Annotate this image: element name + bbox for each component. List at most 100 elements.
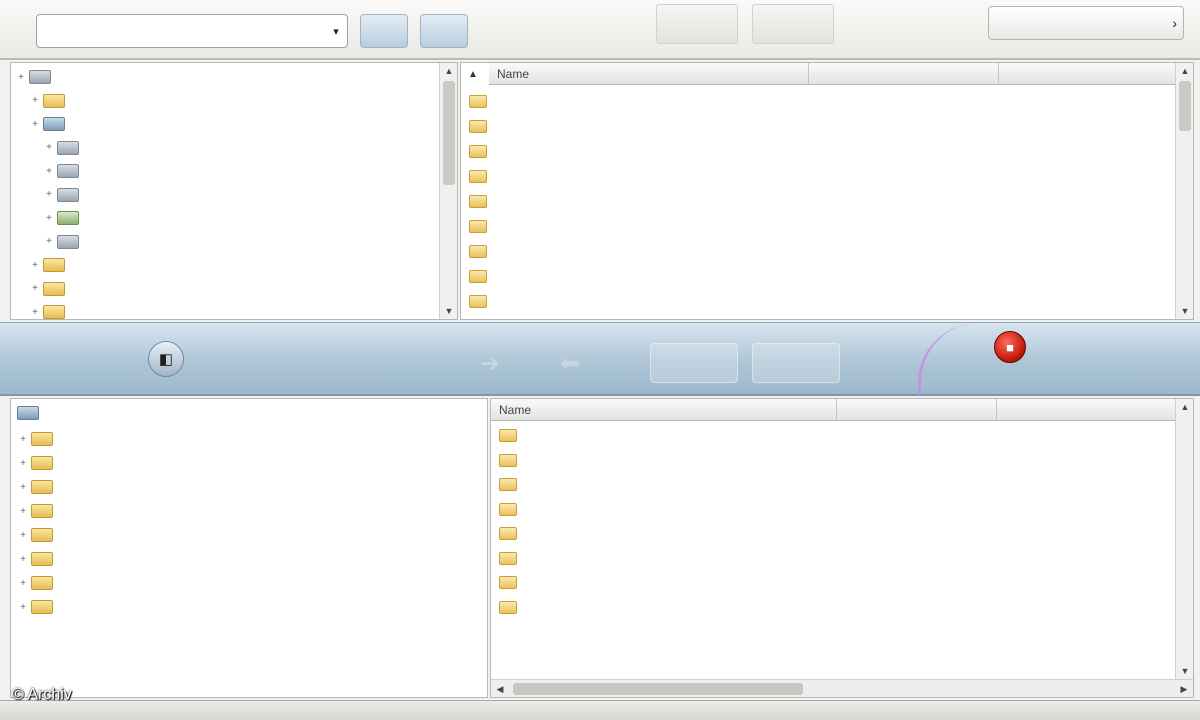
expand-icon[interactable]: + <box>29 283 41 294</box>
expand-icon[interactable]: + <box>43 166 55 177</box>
expand-icon[interactable]: + <box>29 260 41 271</box>
local-file-row[interactable] <box>461 239 1169 264</box>
split-view-icon[interactable]: ◧ <box>148 341 184 377</box>
toolbar-button-b[interactable] <box>420 14 468 48</box>
local-file-row[interactable] <box>461 189 1169 214</box>
scroll-right-icon[interactable]: ▶ <box>1175 681 1193 697</box>
remote-file-row[interactable] <box>491 472 1167 497</box>
expand-icon[interactable]: + <box>17 554 29 565</box>
local-file-row[interactable] <box>461 139 1169 164</box>
scroll-up-icon[interactable]: ▲ <box>1176 399 1193 415</box>
local-path-combobox[interactable]: ▾ <box>36 14 348 48</box>
folder-icon <box>469 145 487 158</box>
expand-icon[interactable]: + <box>17 602 29 613</box>
expand-icon[interactable]: + <box>17 578 29 589</box>
toolbar-ghost-button-1[interactable] <box>656 4 738 44</box>
arrow-left-icon[interactable]: ⬅ <box>560 349 580 378</box>
scroll-up-icon[interactable]: ▲ <box>440 63 457 79</box>
expand-icon[interactable]: + <box>15 72 27 83</box>
local-file-list[interactable]: ▲ Name ▲ ▼ <box>460 62 1194 320</box>
remote-tree-item[interactable]: + <box>17 547 57 571</box>
remote-files-scrollbar[interactable]: ▲ ▼ <box>1175 399 1193 679</box>
transfer-button-2[interactable] <box>752 343 840 383</box>
scroll-down-icon[interactable]: ▼ <box>1176 663 1193 679</box>
remote-file-name-cell <box>491 600 997 614</box>
toolbar-button-a[interactable] <box>360 14 408 48</box>
remote-column-size[interactable] <box>837 399 997 421</box>
chevron-down-icon[interactable]: ▾ <box>325 15 347 47</box>
local-tree-item[interactable]: + <box>43 230 83 254</box>
expand-icon[interactable]: + <box>43 142 55 153</box>
local-tree-item[interactable]: + <box>43 136 83 160</box>
remote-tree-item[interactable]: + <box>17 499 57 523</box>
folder-icon <box>469 220 487 233</box>
local-folder-tree[interactable]: + + + + + + + + + + + ▲ ▼ <box>10 62 458 320</box>
local-tree-item[interactable]: + <box>43 183 83 207</box>
local-tree-item[interactable]: + <box>43 206 83 230</box>
remote-tree-item[interactable]: + <box>17 475 57 499</box>
toolbar-ghost-button-2[interactable] <box>752 4 834 44</box>
expand-icon[interactable]: + <box>43 236 55 247</box>
expand-icon[interactable]: + <box>17 506 29 517</box>
remote-file-row[interactable] <box>491 546 1167 571</box>
remote-folder-tree[interactable]: + + + + + + + + <box>10 398 488 698</box>
local-tree-item[interactable]: + <box>43 159 83 183</box>
local-file-row[interactable] <box>461 264 1169 289</box>
sort-up-icon[interactable]: ▲ <box>461 63 485 85</box>
arrow-right-icon[interactable]: ➜ <box>480 349 500 378</box>
local-tree-scrollbar[interactable]: ▲ ▼ <box>439 63 457 319</box>
local-file-row[interactable] <box>461 164 1169 189</box>
top-right-button[interactable]: › <box>988 6 1184 40</box>
remote-file-row[interactable] <box>491 423 1167 448</box>
expand-icon[interactable]: + <box>29 119 41 130</box>
expand-icon[interactable]: + <box>17 482 29 493</box>
remote-files-hscrollbar[interactable]: ◀ ▶ <box>491 679 1193 697</box>
scroll-down-icon[interactable]: ▼ <box>440 303 457 319</box>
remote-tree-item[interactable]: + <box>17 571 57 595</box>
remote-file-row[interactable] <box>491 448 1167 473</box>
local-tree-item[interactable]: + <box>29 89 69 113</box>
local-file-row[interactable] <box>461 214 1169 239</box>
transfer-button-1[interactable] <box>650 343 738 383</box>
local-tree-scroll-thumb[interactable] <box>443 81 455 185</box>
local-file-row[interactable] <box>461 89 1169 114</box>
remote-tree-item[interactable]: + <box>17 451 57 475</box>
remote-tree-item[interactable]: + <box>17 523 57 547</box>
remote-files-hscroll-thumb[interactable] <box>513 683 803 695</box>
connect-button[interactable] <box>30 341 140 389</box>
expand-icon[interactable]: + <box>17 434 29 445</box>
remote-column-type[interactable] <box>997 399 1177 421</box>
expand-icon[interactable]: + <box>17 458 29 469</box>
remote-tree-root[interactable] <box>15 401 43 425</box>
scroll-left-icon[interactable]: ◀ <box>491 681 509 697</box>
expand-icon[interactable]: + <box>29 95 41 106</box>
local-file-row[interactable] <box>461 114 1169 139</box>
local-tree-item[interactable]: + <box>29 253 69 277</box>
remote-file-row[interactable] <box>491 497 1167 522</box>
stop-button[interactable]: ■ <box>962 331 1058 387</box>
scroll-up-icon[interactable]: ▲ <box>1176 63 1193 79</box>
local-tree-item[interactable]: + <box>29 300 69 319</box>
local-tree-item[interactable]: + <box>15 65 55 89</box>
local-files-scroll-thumb[interactable] <box>1179 81 1191 131</box>
column-name[interactable]: Name <box>489 63 809 85</box>
expand-icon[interactable]: + <box>29 307 41 318</box>
local-tree-item[interactable]: + <box>29 112 69 136</box>
local-files-scrollbar[interactable]: ▲ ▼ <box>1175 63 1193 319</box>
remote-column-name[interactable]: Name <box>491 399 837 421</box>
column-modified[interactable] <box>999 63 1177 85</box>
remote-file-row[interactable] <box>491 570 1167 595</box>
expand-icon[interactable]: + <box>43 213 55 224</box>
remote-file-row[interactable] <box>491 521 1167 546</box>
remote-tree-item[interactable]: + <box>17 427 57 451</box>
remote-tree-item[interactable]: + <box>17 595 57 619</box>
local-file-row[interactable] <box>461 289 1169 314</box>
remote-file-row[interactable] <box>491 595 1167 620</box>
expand-icon[interactable]: + <box>43 189 55 200</box>
local-tree-item[interactable]: + <box>29 277 69 301</box>
remote-file-header: Name <box>491 399 1177 421</box>
expand-icon[interactable]: + <box>17 530 29 541</box>
remote-file-list[interactable]: Name ▲ ▼ ◀ ▶ <box>490 398 1194 698</box>
column-type[interactable] <box>809 63 999 85</box>
scroll-down-icon[interactable]: ▼ <box>1176 303 1193 319</box>
